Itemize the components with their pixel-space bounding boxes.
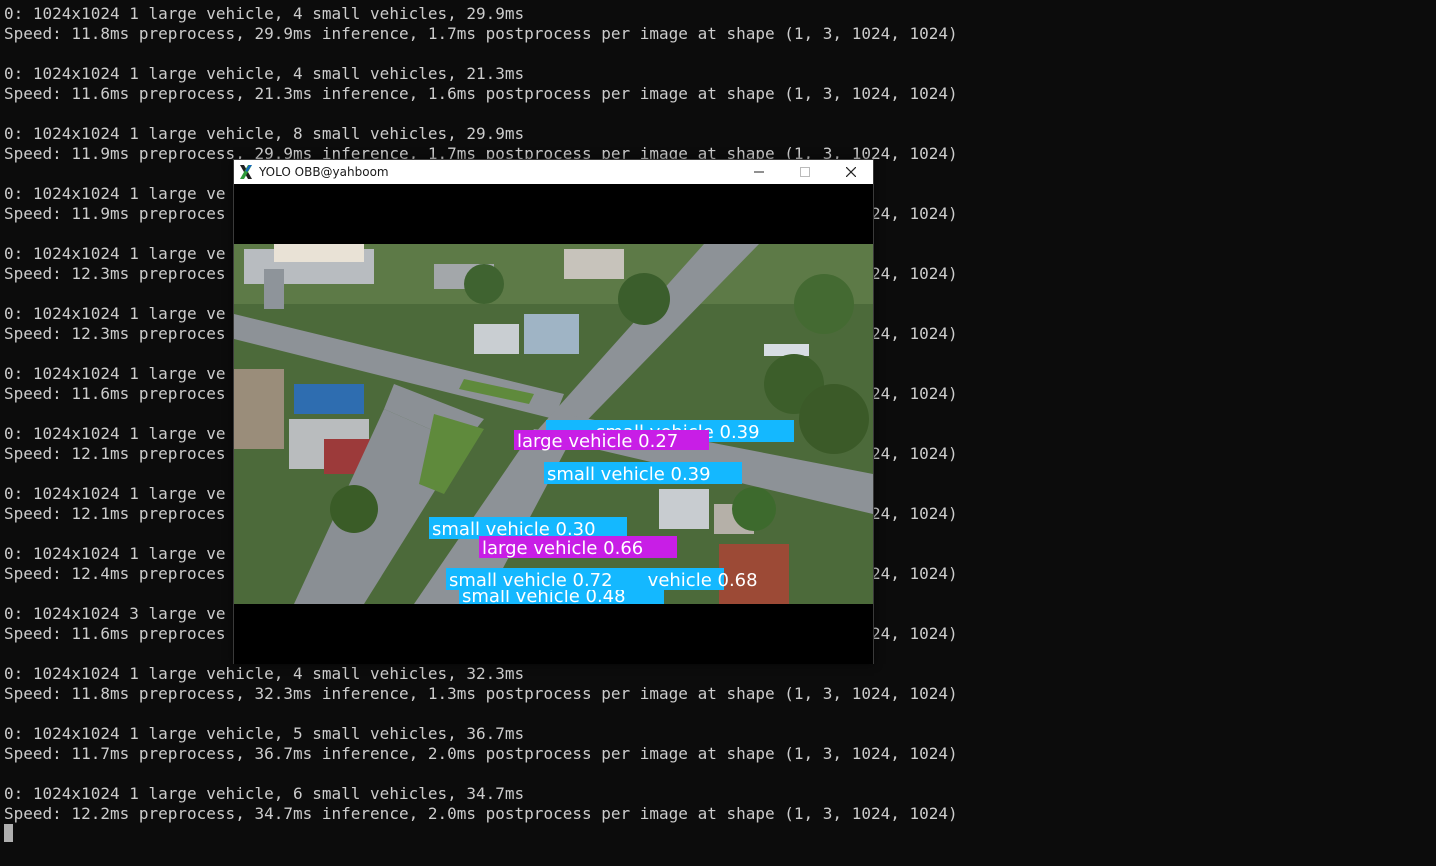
detection-box: small vehicle 0.39 [544, 462, 742, 485]
aerial-intersection-image: small vehicle 0.39 large vehicle 0.27 sm… [234, 244, 873, 604]
terminal-line: Speed: 11.7ms preprocess, 36.7ms inferen… [4, 744, 958, 763]
maximize-icon [800, 167, 810, 177]
detection-label: large vehicle 0.66 [482, 538, 643, 559]
terminal-line: Speed: 11.8ms preprocess, 29.9ms inferen… [4, 24, 958, 43]
close-button[interactable] [828, 160, 874, 184]
terminal-prompt-line[interactable] [4, 824, 1436, 844]
close-icon [846, 167, 856, 177]
window-titlebar[interactable]: YOLO OBB@yahboom [234, 160, 873, 184]
text-cursor [4, 824, 13, 842]
detection-box: large vehicle 0.66 [479, 536, 677, 559]
terminal-line: 0: 1024x1024 1 large vehicle, 4 small ve… [4, 664, 525, 683]
detection-label: large vehicle 0.27 [517, 431, 678, 452]
image-viewport: small vehicle 0.39 large vehicle 0.27 sm… [234, 184, 873, 664]
yolo-window[interactable]: YOLO OBB@yahboom 0.39 large vehicle 0.27… [233, 159, 874, 664]
x-logo-icon [240, 165, 252, 179]
terminal-line: 0: 1024x1024 1 large vehicle, 6 small ve… [4, 784, 525, 803]
terminal-line: 0: 1024x1024 1 large vehicle, 4 small ve… [4, 4, 525, 23]
terminal-line: 0: 1024x1024 1 large vehicle, 5 small ve… [4, 724, 525, 743]
minimize-button[interactable] [736, 160, 782, 184]
maximize-button[interactable] [782, 160, 828, 184]
detection-box: large vehicle 0.27 [514, 430, 709, 452]
window-title: YOLO OBB@yahboom [259, 165, 389, 179]
detection-label: small vehicle 0.72 [449, 570, 613, 591]
terminal-line: Speed: 12.2ms preprocess, 34.7ms inferen… [4, 804, 958, 823]
minimize-icon [754, 171, 764, 173]
terminal-line: 0: 1024x1024 1 large vehicle, 8 small ve… [4, 124, 525, 143]
terminal-line: 0: 1024x1024 1 large vehicle, 4 small ve… [4, 64, 525, 83]
terminal-line: Speed: 11.6ms preprocess, 21.3ms inferen… [4, 84, 958, 103]
terminal-line: Speed: 11.8ms preprocess, 32.3ms inferen… [4, 684, 958, 703]
detection-box: small vehicle 0.72 [446, 568, 646, 591]
detection-label: small vehicle 0.39 [547, 464, 711, 485]
